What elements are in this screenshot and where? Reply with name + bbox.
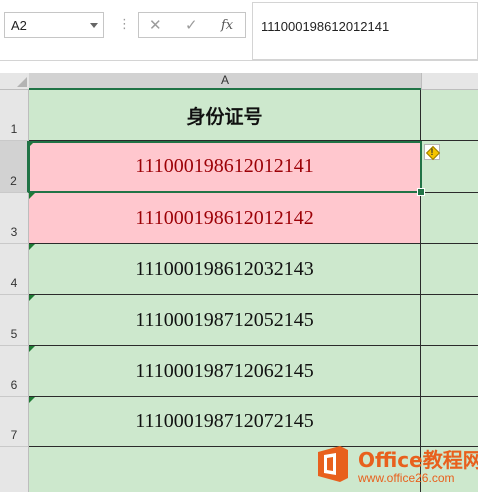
row-number: 7 [10, 428, 18, 442]
cell-b6[interactable] [421, 346, 478, 397]
cell-a3[interactable]: 111000198612012142 [29, 193, 421, 244]
cell-a2[interactable]: 111000198612012141 [29, 141, 421, 193]
watermark-title: Office教程网 [358, 448, 478, 472]
error-indicator-icon [29, 141, 35, 147]
enter-icon[interactable]: ✓ [185, 16, 198, 34]
row-number: 1 [10, 122, 18, 136]
error-indicator-icon [29, 346, 35, 352]
office-logo-icon [318, 446, 348, 482]
row-number: 4 [10, 276, 18, 290]
cancel-icon[interactable]: ✕ [149, 16, 162, 34]
formula-input[interactable]: 111000198612012141 [252, 2, 478, 60]
cell-b3[interactable] [421, 193, 478, 244]
row-header-5[interactable]: 5 [0, 295, 29, 346]
column-header-b[interactable] [421, 73, 478, 90]
row-header-6[interactable]: 6 [0, 346, 29, 397]
cell-b5[interactable] [421, 295, 478, 346]
row-number: 2 [10, 174, 17, 188]
cell-a1[interactable]: 身份证号 [29, 90, 421, 141]
cell-b4[interactable] [421, 244, 478, 295]
formula-value: 111000198612012141 [261, 19, 390, 34]
cell-a5[interactable]: 111000198712052145 [29, 295, 421, 346]
row-header-1[interactable]: 1 [0, 90, 29, 141]
row-header-8[interactable] [0, 447, 29, 492]
watermark-url: www.office26.com [358, 471, 455, 485]
select-all-corner[interactable] [0, 73, 29, 90]
formula-toolbar: A2 ⋮ ✕ ✓ fx 111000198612012141 [0, 0, 478, 61]
fill-handle[interactable] [417, 188, 425, 196]
row-number: 5 [10, 327, 18, 341]
error-indicator-icon [29, 244, 35, 250]
row-header-2[interactable]: 2 [0, 141, 29, 193]
watermark: Office教程网 www.office26.com [312, 440, 478, 492]
name-box-dropdown-icon[interactable] [90, 23, 98, 28]
error-indicator-icon [29, 397, 35, 403]
row-header-4[interactable]: 4 [0, 244, 29, 295]
name-box[interactable]: A2 [4, 12, 104, 38]
formula-buttons: ✕ ✓ fx [138, 12, 246, 38]
row-number: 3 [10, 225, 18, 239]
error-warning-icon[interactable]: ! [424, 144, 441, 161]
name-box-value: A2 [11, 18, 27, 33]
row-header-7[interactable]: 7 [0, 397, 29, 447]
column-header-a[interactable]: A [29, 73, 421, 90]
warning-mark: ! [430, 147, 434, 157]
insert-function-icon[interactable]: fx [221, 18, 233, 33]
cell-b1[interactable] [421, 90, 478, 141]
error-indicator-icon [29, 295, 35, 301]
select-all-icon [17, 77, 27, 87]
row-header-3[interactable]: 3 [0, 193, 29, 244]
error-indicator-icon [29, 193, 35, 199]
grip-dots-icon[interactable]: ⋮ [118, 14, 131, 34]
cell-a4[interactable]: 111000198612032143 [29, 244, 421, 295]
row-number: 6 [10, 378, 18, 392]
cell-a6[interactable]: 111000198712062145 [29, 346, 421, 397]
